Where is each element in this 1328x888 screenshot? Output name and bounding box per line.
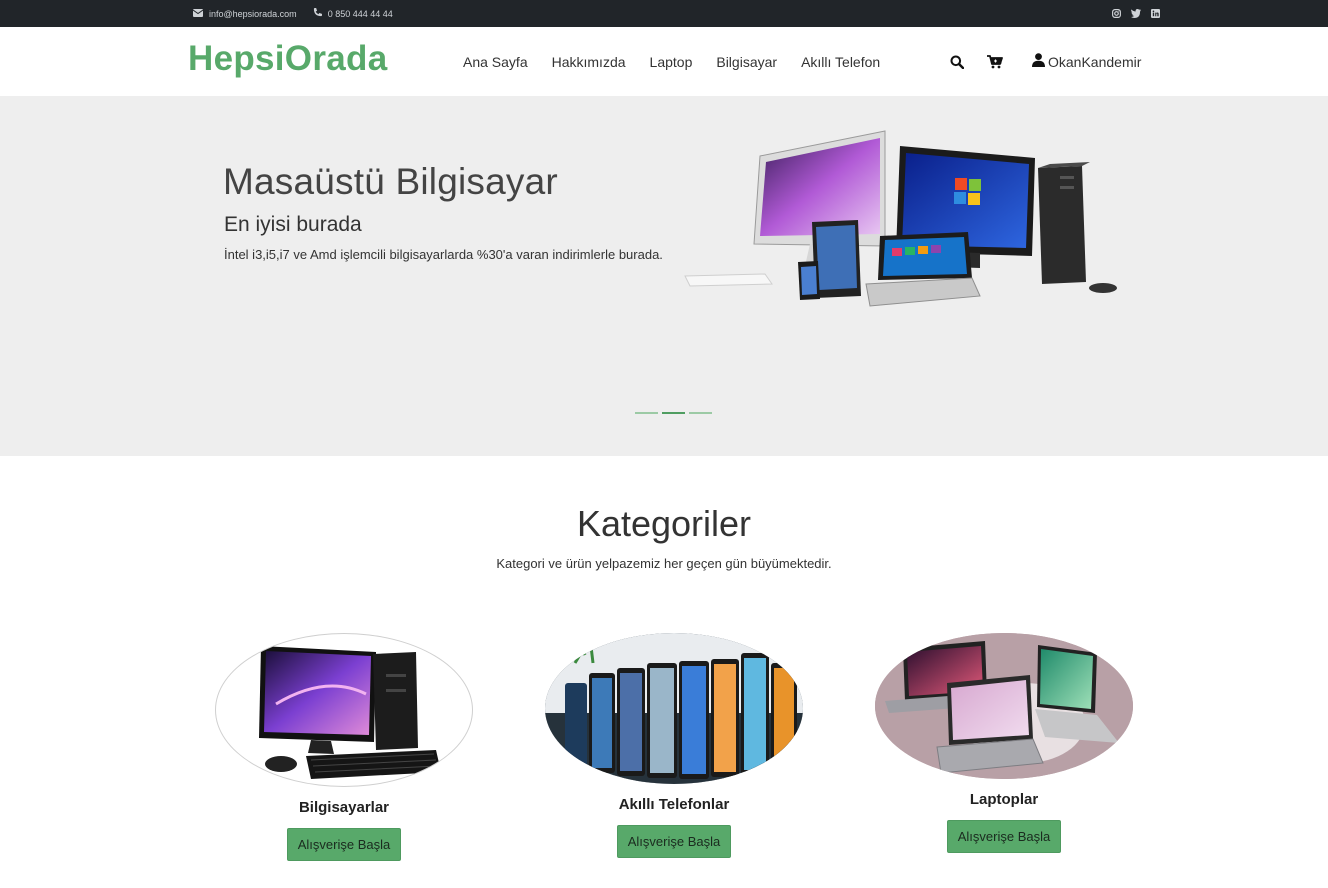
cart-icon[interactable]: [985, 52, 1005, 72]
hero-carousel[interactable]: Masaüstü Bilgisayar En iyisi burada İnte…: [0, 96, 1328, 456]
user-icon: [1032, 53, 1045, 70]
shop-button-laptoplar[interactable]: Alışverişe Başla: [946, 820, 1062, 853]
nav-item-hakkimizda[interactable]: Hakkımızda: [540, 54, 638, 70]
envelope-icon: [192, 8, 204, 19]
twitter-icon[interactable]: [1131, 9, 1141, 18]
brand-logo[interactable]: HepsiOrada: [188, 39, 387, 79]
hero-devices-image: [684, 130, 1117, 307]
email-text: info@hepsiorada.com: [209, 8, 297, 19]
phone-contact[interactable]: 0 850 444 44 44: [313, 8, 393, 19]
shop-button-akilli-telefonlar[interactable]: Alışverişe Başla: [616, 825, 732, 858]
category-card-akilli-telefonlar: Akıllı Telefonlar Alışverişe Başla: [544, 633, 804, 858]
nav-menu: Ana Sayfa Hakkımızda Laptop Bilgisayar A…: [451, 27, 892, 96]
nav-icons: [947, 27, 1005, 96]
nav-item-laptop[interactable]: Laptop: [638, 54, 705, 70]
categories-title: Kategoriler: [576, 503, 752, 544]
email-contact[interactable]: info@hepsiorada.com: [192, 8, 297, 19]
carousel-indicators: [635, 412, 712, 414]
linkedin-icon[interactable]: [1151, 9, 1160, 18]
category-name: Akıllı Telefonlar: [618, 796, 730, 813]
nav-item-akilli-telefon[interactable]: Akıllı Telefon: [789, 54, 892, 70]
hero-description: İntel i3,i5,i7 ve Amd işlemcili bilgisay…: [224, 247, 663, 262]
shop-button-bilgisayarlar[interactable]: Alışverişe Başla: [286, 828, 402, 861]
user-menu[interactable]: OkanKandemir: [1032, 27, 1141, 96]
category-card-laptoplar: Laptoplar Alışverişe Başla: [874, 633, 1134, 853]
main-navbar: HepsiOrada Ana Sayfa Hakkımızda Laptop B…: [0, 27, 1328, 96]
category-image-akilli-telefonlar[interactable]: [545, 633, 803, 784]
user-name: OkanKandemir: [1048, 53, 1142, 70]
hero-title: Masaüstü Bilgisayar: [223, 161, 558, 202]
category-card-bilgisayarlar: Bilgisayarlar Alışverişe Başla: [214, 633, 474, 861]
instagram-icon[interactable]: [1112, 9, 1121, 18]
category-image-bilgisayarlar[interactable]: [215, 633, 473, 787]
phone-icon: [313, 8, 322, 19]
search-icon[interactable]: [947, 52, 967, 72]
carousel-indicator-3[interactable]: [689, 412, 712, 414]
nav-item-ana-sayfa[interactable]: Ana Sayfa: [451, 54, 540, 70]
top-bar: info@hepsiorada.com 0 850 444 44 44: [0, 0, 1328, 27]
social-links: [1112, 0, 1160, 27]
categories-description: Kategori ve ürün yelpazemiz her geçen gü…: [496, 556, 832, 571]
category-image-laptoplar[interactable]: [875, 633, 1133, 779]
carousel-indicator-1[interactable]: [635, 412, 658, 414]
hero-subtitle: En iyisi burada: [224, 213, 362, 236]
carousel-indicator-2[interactable]: [662, 412, 685, 414]
phone-text: 0 850 444 44 44: [327, 8, 393, 19]
contact-info: info@hepsiorada.com 0 850 444 44 44: [192, 0, 393, 27]
nav-item-bilgisayar[interactable]: Bilgisayar: [704, 54, 789, 70]
category-name: Bilgisayarlar: [298, 799, 390, 816]
category-name: Laptoplar: [969, 791, 1039, 808]
